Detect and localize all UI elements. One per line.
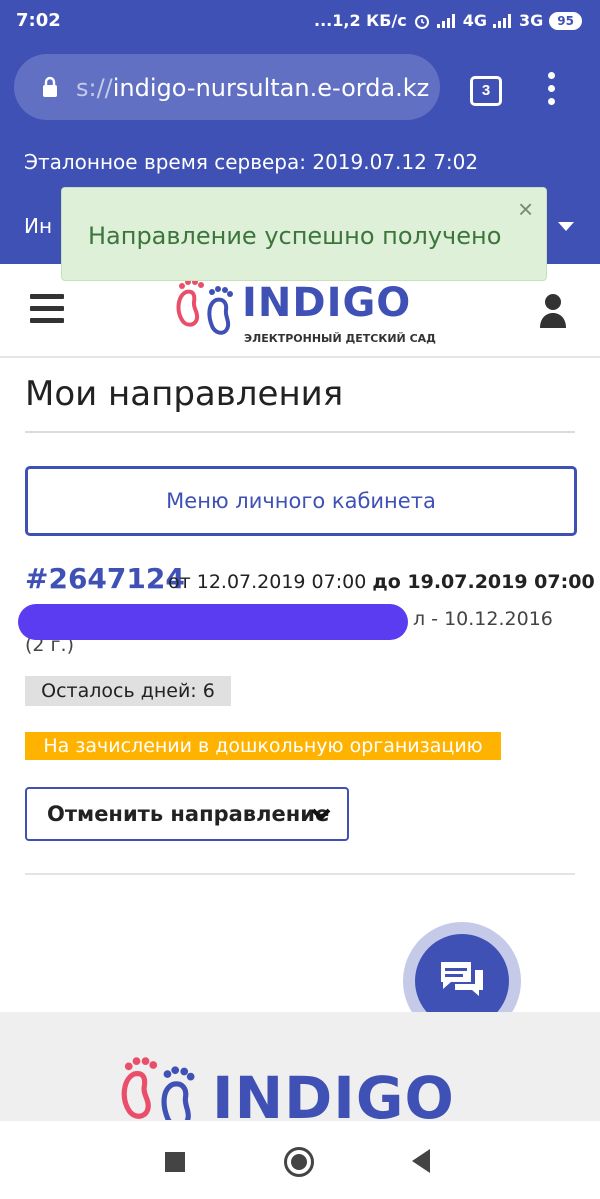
chevron-down-icon	[311, 808, 331, 821]
close-icon[interactable]: ×	[518, 194, 533, 225]
divider	[25, 873, 575, 875]
recent-apps-icon[interactable]	[165, 1152, 185, 1172]
referral-dates: от 12.07.2019 07:00 до 19.07.2019 07:00	[168, 571, 595, 593]
home-icon[interactable]	[284, 1147, 314, 1177]
user-icon[interactable]	[538, 292, 568, 328]
site-footer: INDIGO	[0, 1012, 600, 1120]
referral-number[interactable]: #2647124	[25, 562, 185, 595]
cancel-referral-label: Отменить направление	[47, 802, 330, 826]
footprints-icon	[176, 279, 233, 335]
clock: 7:02	[16, 10, 61, 31]
back-icon[interactable]	[412, 1149, 430, 1173]
cancel-referral-button[interactable]: Отменить направление	[25, 787, 349, 841]
divider	[25, 431, 575, 433]
redaction-mark	[18, 604, 408, 640]
url-field[interactable]: s://indigo-nursultan.e-orda.kz	[14, 54, 440, 120]
more-menu-icon[interactable]	[548, 72, 556, 106]
cabinet-menu-button[interactable]: Меню личного кабинета	[25, 466, 577, 536]
referral-to: до 19.07.2019 07:00	[372, 571, 595, 593]
battery-icon: 95	[549, 11, 582, 30]
toast-message: Направление успешно получено	[88, 222, 502, 250]
footer-logo-wordmark: INDIGO	[212, 1064, 455, 1120]
alarm-icon	[414, 14, 429, 29]
hamburger-menu-icon[interactable]	[30, 294, 64, 324]
page-title: Мои направления	[25, 374, 344, 414]
status-icons: ...1,2 КБ/с 4G 3G 95	[314, 11, 582, 30]
tab-switcher-button[interactable]: 3	[470, 76, 502, 106]
site-logo[interactable]: INDIGO ЭЛЕКТРОННЫЙ ДЕТСКИЙ САД	[176, 278, 436, 345]
days-left-badge: Осталось дней: 6	[25, 676, 231, 706]
net-speed: ...1,2 КБ/с	[314, 11, 407, 30]
url-scheme: s://	[76, 74, 113, 102]
status-badge: На зачислении в дошкольную организацию	[25, 732, 501, 760]
url-host: indigo-nursultan.e-orda.kz	[112, 74, 430, 102]
system-nav-bar	[0, 1120, 600, 1199]
logo-subtitle: ЭЛЕКТРОННЫЙ ДЕТСКИЙ САД	[244, 332, 436, 345]
network-type-1: 4G	[462, 11, 488, 30]
browser-toolbar: s://indigo-nursultan.e-orda.kz 3	[0, 42, 600, 134]
chevron-down-icon[interactable]	[558, 222, 574, 231]
signal-icon	[436, 13, 457, 28]
url-text: s://indigo-nursultan.e-orda.kz	[76, 74, 429, 102]
status-bar: 7:02 ...1,2 КБ/с 4G 3G 95	[0, 0, 600, 42]
logo-wordmark: INDIGO	[242, 280, 412, 326]
lock-icon	[43, 76, 57, 97]
footer-logo: INDIGO	[116, 1056, 454, 1120]
server-time: Эталонное время сервера: 2019.07.12 7:02	[24, 150, 479, 174]
success-toast: Направление успешно получено ×	[61, 187, 547, 281]
signal-icon-2	[493, 13, 513, 28]
referral-from: от 12.07.2019 07:00	[168, 571, 367, 593]
network-type-2: 3G	[519, 11, 544, 30]
footprints-icon	[121, 1057, 195, 1120]
region-selector-label[interactable]: Ин	[24, 214, 52, 238]
